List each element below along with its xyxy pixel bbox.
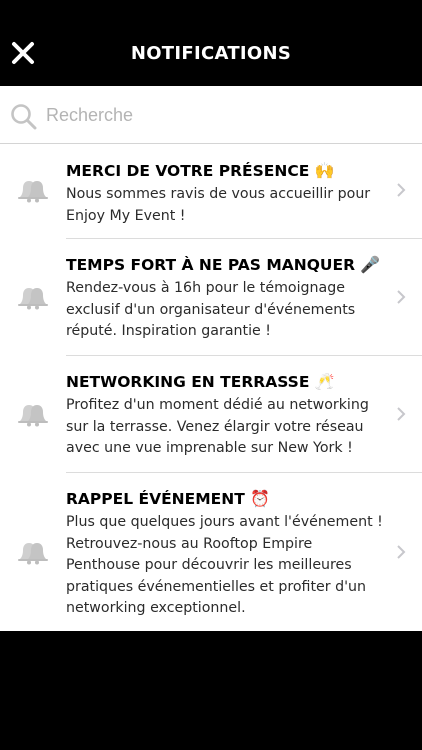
notification-title: TEMPS FORT À NE PAS MANQUER 🎤 — [66, 255, 381, 274]
notification-text: MERCI DE VOTRE PRÉSENCE 🙌 Nous sommes ra… — [66, 161, 388, 227]
notification-body: Nous sommes ravis de vous accueillir pou… — [66, 186, 371, 224]
alarm-clock-emoji: ⏰ — [250, 489, 271, 508]
notification-body: Plus que quelques jours avant l'événemen… — [66, 514, 383, 616]
notification-title: MERCI DE VOTRE PRÉSENCE 🙌 — [66, 161, 335, 180]
bell-icon — [18, 405, 48, 427]
notification-item[interactable]: TEMPS FORT À NE PAS MANQUER 🎤 Rendez-vou… — [0, 239, 422, 355]
chevron-right-icon — [397, 290, 406, 304]
chevron-right-icon — [397, 183, 406, 197]
raising-hands-emoji: 🙌 — [314, 161, 335, 180]
page-title: NOTIFICATIONS — [130, 43, 292, 64]
bell-icon — [18, 543, 48, 565]
notification-item[interactable]: RAPPEL ÉVÉNEMENT ⏰ Plus que quelques jou… — [0, 473, 422, 631]
notification-title: NETWORKING EN TERRASSE 🥂 — [66, 372, 335, 391]
notification-text: TEMPS FORT À NE PAS MANQUER 🎤 Rendez-vou… — [66, 255, 388, 343]
bell-icon — [18, 288, 48, 310]
empty-footer-area — [0, 631, 422, 750]
chevron-right-icon — [397, 407, 406, 421]
header-bar: NOTIFICATIONS — [0, 0, 422, 86]
bell-icon — [18, 181, 48, 203]
search-icon — [11, 104, 37, 130]
microphone-emoji: 🎤 — [360, 255, 381, 274]
notification-body: Profitez d'un moment dédié au networking… — [66, 397, 369, 456]
notifications-panel: MERCI DE VOTRE PRÉSENCE 🙌 Nous sommes ra… — [0, 86, 422, 631]
notification-title: RAPPEL ÉVÉNEMENT ⏰ — [66, 489, 271, 508]
search-input[interactable] — [46, 98, 406, 132]
notification-body: Rendez-vous à 16h pour le témoignage exc… — [66, 280, 356, 339]
notification-item[interactable]: NETWORKING EN TERRASSE 🥂 Profitez d'un m… — [0, 356, 422, 472]
search-bar — [0, 86, 422, 144]
notification-text: NETWORKING EN TERRASSE 🥂 Profitez d'un m… — [66, 372, 388, 460]
chevron-right-icon — [397, 545, 406, 559]
notification-text: RAPPEL ÉVÉNEMENT ⏰ Plus que quelques jou… — [66, 489, 388, 620]
notification-item[interactable]: MERCI DE VOTRE PRÉSENCE 🙌 Nous sommes ra… — [0, 145, 422, 238]
clinking-glasses-emoji: 🥂 — [314, 372, 335, 391]
